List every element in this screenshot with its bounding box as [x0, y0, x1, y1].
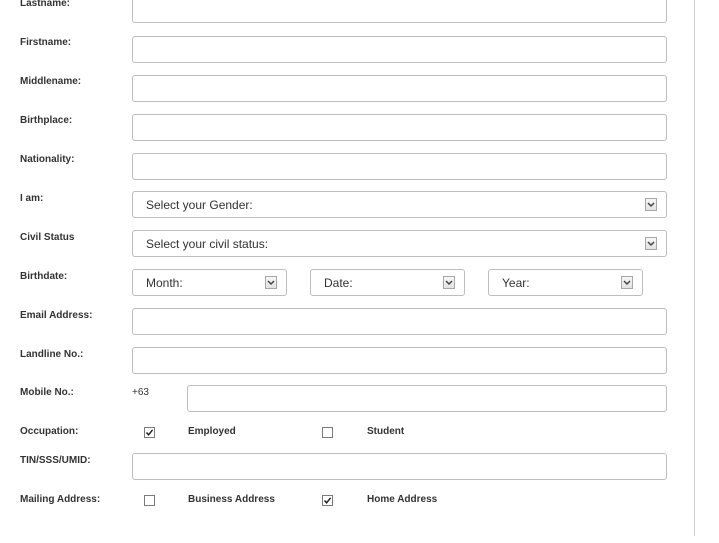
gender-selected-value: Select your Gender:	[146, 198, 253, 212]
tin-input[interactable]	[132, 453, 667, 480]
birth-month-selected-value: Month:	[146, 276, 183, 290]
occupation-student-label: Student	[367, 426, 405, 437]
gender-label: I am:	[20, 193, 44, 204]
middlename-label: Middlename:	[20, 76, 82, 87]
chevron-down-icon	[443, 276, 455, 289]
firstname-label: Firstname:	[20, 37, 72, 48]
lastname-input[interactable]	[132, 0, 667, 23]
birth-year-select[interactable]: Year:	[488, 269, 643, 296]
civil-status-label: Civil Status	[20, 232, 75, 243]
mailing-home-checkbox[interactable]	[322, 495, 333, 506]
chevron-down-icon	[621, 276, 633, 289]
mailing-business-label: Business Address	[188, 494, 275, 505]
birthdate-label: Birthdate:	[20, 271, 68, 282]
occupation-employed-label: Employed	[188, 426, 236, 437]
birth-year-selected-value: Year:	[502, 276, 530, 290]
mobile-input[interactable]	[187, 385, 667, 412]
landline-label: Landline No.:	[20, 349, 84, 360]
lastname-label: Lastname:	[20, 0, 71, 9]
chevron-down-icon	[645, 198, 657, 211]
firstname-input[interactable]	[132, 36, 667, 63]
tin-label: TIN/SSS/UMID:	[20, 455, 91, 466]
mailing-address-label: Mailing Address:	[20, 494, 101, 505]
birth-month-select[interactable]: Month:	[132, 269, 287, 296]
chevron-down-icon	[645, 237, 657, 250]
landline-input[interactable]	[132, 347, 667, 374]
birthplace-label: Birthplace:	[20, 115, 73, 126]
nationality-label: Nationality:	[20, 154, 75, 165]
email-label: Email Address:	[20, 310, 93, 321]
middlename-input[interactable]	[132, 75, 667, 102]
mobile-label: Mobile No.:	[20, 387, 74, 398]
occupation-student-checkbox[interactable]	[322, 427, 333, 438]
checkmark-icon	[323, 497, 332, 504]
civil-status-selected-value: Select your civil status:	[146, 237, 269, 251]
civil-status-select[interactable]: Select your civil status:	[132, 230, 667, 257]
mailing-business-checkbox[interactable]	[144, 495, 155, 506]
birth-date-selected-value: Date:	[324, 276, 353, 290]
gender-select[interactable]: Select your Gender:	[132, 191, 667, 218]
nationality-input[interactable]	[132, 153, 667, 180]
birthplace-input[interactable]	[132, 114, 667, 141]
occupation-label: Occupation:	[20, 426, 79, 437]
mailing-home-label: Home Address	[367, 494, 438, 505]
birth-date-select[interactable]: Date:	[310, 269, 465, 296]
chevron-down-icon	[265, 276, 277, 289]
right-divider	[694, 0, 695, 536]
checkmark-icon	[145, 429, 154, 436]
occupation-employed-checkbox[interactable]	[144, 427, 155, 438]
mobile-country-code: +63	[132, 387, 149, 398]
email-input[interactable]	[132, 308, 667, 335]
